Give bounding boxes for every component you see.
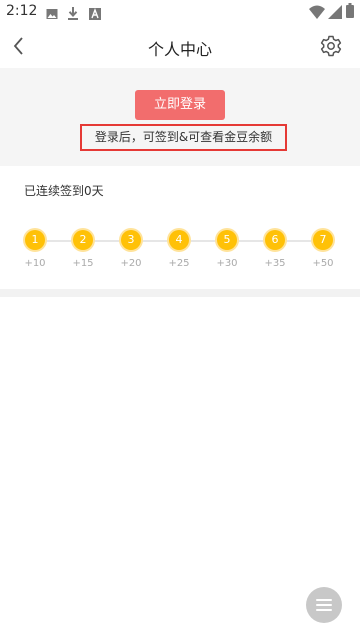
checkin-day-2[interactable]: 2 +15	[63, 228, 103, 269]
checkin-day-1[interactable]: 1 +10	[15, 228, 55, 269]
day-circle: 2	[73, 230, 93, 250]
day-reward: +15	[72, 258, 94, 269]
day-reward: +35	[264, 258, 286, 269]
checkin-day-3[interactable]: 3 +20	[111, 228, 151, 269]
day-reward: +20	[120, 258, 142, 269]
checkin-day-5[interactable]: 5 +30	[207, 228, 247, 269]
checkin-day-4[interactable]: 4 +25	[159, 228, 199, 269]
login-hint: 登录后，可签到&可查看金豆余额	[80, 124, 287, 151]
page-title: 个人中心	[147, 40, 212, 59]
battery-icon	[346, 3, 354, 22]
day-reward: +10	[24, 258, 46, 269]
floating-menu-button[interactable]	[306, 587, 342, 623]
download-icon	[67, 5, 79, 24]
day-circle: 3	[121, 230, 141, 250]
font-icon	[89, 5, 101, 24]
settings-button[interactable]	[320, 35, 342, 57]
signal-icon	[328, 4, 342, 23]
gallery-icon	[46, 5, 58, 24]
day-reward: +50	[312, 258, 334, 269]
status-time: 2:12	[6, 3, 38, 19]
login-panel: 立即登录 登录后，可签到&可查看金豆余额	[0, 68, 360, 166]
day-circle: 5	[217, 230, 237, 250]
checkin-track: 1 +10 2 +15 3 +20 4 +25 5 +30 6 +35 7 +5…	[0, 228, 360, 288]
checkin-day-6[interactable]: 6 +35	[255, 228, 295, 269]
wifi-icon	[309, 4, 325, 23]
checkin-streak-label: 已连续签到0天	[24, 184, 104, 198]
section-divider	[0, 289, 360, 297]
day-circle: 1	[25, 230, 45, 250]
gear-icon	[320, 35, 342, 57]
day-circle: 6	[265, 230, 285, 250]
day-circle: 4	[169, 230, 189, 250]
day-circle: 7	[313, 230, 333, 250]
login-button[interactable]: 立即登录	[135, 90, 225, 120]
day-reward: +30	[216, 258, 238, 269]
status-bar: 2:12	[0, 0, 360, 24]
nav-bar: 个人中心	[0, 24, 360, 68]
checkin-day-7[interactable]: 7 +50	[303, 228, 343, 269]
day-reward: +25	[168, 258, 190, 269]
